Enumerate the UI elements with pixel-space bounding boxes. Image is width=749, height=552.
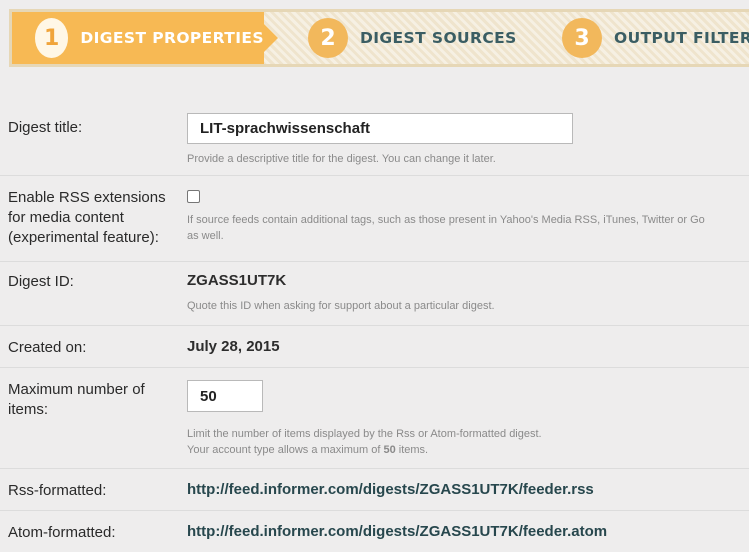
row-digest-id xyxy=(0,262,749,326)
row-created-on xyxy=(0,326,749,368)
rss-extensions-label-line1: Enable RSS extensions xyxy=(8,189,166,206)
max-items-help-line2: Your account type allows a maximum of 50… xyxy=(187,442,428,458)
max-items-help-line1: Limit the number of items displayed by t… xyxy=(187,428,542,440)
rss-extensions-help-line2: as well. xyxy=(187,230,224,242)
digest-id-label: Digest ID: xyxy=(8,273,74,290)
digest-id-value: ZGASS1UT7K xyxy=(187,272,287,289)
max-items-help-max: 50 xyxy=(383,444,396,456)
rss-extensions-help-line1: If source feeds contain additional tags,… xyxy=(187,214,705,226)
step-number: 3 xyxy=(562,18,602,58)
atom-feed-link[interactable]: http://feed.informer.com/digests/ZGASS1U… xyxy=(187,523,607,540)
atom-formatted-label: Atom-formatted: xyxy=(8,524,116,541)
step-label: DIGEST SOURCES xyxy=(360,29,517,47)
max-items-help-prefix: Your account type allows a maximum of xyxy=(187,444,384,456)
created-on-value: July 28, 2015 xyxy=(187,338,280,355)
max-items-input[interactable] xyxy=(187,380,263,412)
step-number: 1 xyxy=(35,18,69,58)
digest-title-label: Digest title: xyxy=(8,119,83,136)
max-items-label-line2: items: xyxy=(8,401,49,418)
digest-title-help: Provide a descriptive title for the dige… xyxy=(187,153,496,165)
rss-feed-link[interactable]: http://feed.informer.com/digests/ZGASS1U… xyxy=(187,481,594,498)
step-label: DIGEST PROPERTIES xyxy=(80,29,264,47)
step-label: OUTPUT FILTERS xyxy=(614,29,749,47)
digest-title-input[interactable] xyxy=(187,113,573,144)
rss-formatted-label: Rss-formatted: xyxy=(8,482,107,499)
max-items-label-line1: Maximum number of xyxy=(8,381,145,398)
wizard-steps: 1 DIGEST PROPERTIES 2 DIGEST SOURCES 3 O… xyxy=(9,9,749,67)
rss-extensions-label-line3: (experimental feature): xyxy=(8,229,159,246)
digest-id-help: Quote this ID when asking for support ab… xyxy=(187,300,495,312)
created-on-label: Created on: xyxy=(8,339,87,356)
rss-extensions-label-line2: for media content xyxy=(8,209,124,226)
step-digest-properties[interactable]: 1 DIGEST PROPERTIES xyxy=(12,12,278,64)
rss-extensions-checkbox[interactable] xyxy=(187,190,200,203)
max-items-help-suffix: items. xyxy=(395,444,429,456)
step-number: 2 xyxy=(308,18,348,58)
step-output-filters[interactable]: 3 OUTPUT FILTERS xyxy=(562,12,749,64)
step-digest-sources[interactable]: 2 DIGEST SOURCES xyxy=(308,12,517,64)
